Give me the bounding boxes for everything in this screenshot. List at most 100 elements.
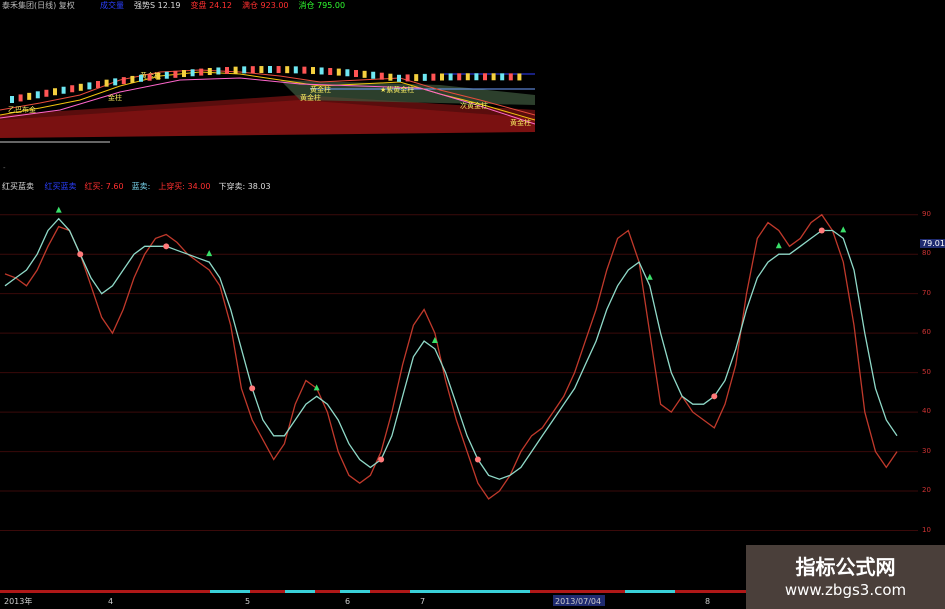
series-line xyxy=(4,213,898,500)
candle xyxy=(457,73,462,81)
candle xyxy=(405,74,410,82)
buy-marker xyxy=(77,251,84,258)
candle xyxy=(96,81,100,88)
signal-band xyxy=(625,590,675,593)
chart-annotation: 乙巴布金 xyxy=(8,105,36,114)
y-tick-label: 10 xyxy=(922,525,931,534)
candle xyxy=(328,67,333,75)
candle xyxy=(207,67,212,75)
candle xyxy=(414,74,419,82)
candle xyxy=(139,74,143,82)
context-label: - xyxy=(3,164,6,172)
candle xyxy=(130,75,135,83)
candle xyxy=(242,66,247,74)
candle xyxy=(354,70,358,78)
candle xyxy=(448,73,453,81)
top-stat: 变盘 24.12 xyxy=(190,1,232,10)
candle xyxy=(276,66,281,74)
candle xyxy=(285,66,290,74)
candle xyxy=(302,66,307,74)
y-tick-label: 30 xyxy=(922,446,931,455)
chart-annotation: 黄金柱 xyxy=(510,118,531,127)
sell-marker xyxy=(775,242,782,249)
candle xyxy=(259,66,264,74)
chart-annotation: 黄金柱 xyxy=(310,85,331,94)
watermark-url: www.zbgs3.com xyxy=(784,581,907,599)
y-tick-label: 50 xyxy=(922,367,931,376)
candle xyxy=(53,88,57,96)
price-candlestick-panel: 乙巴布金金柱黄金柱黄金柱黄金柱★紫黄金柱次黄金柱黄金柱 xyxy=(0,0,535,145)
top-stat: 成交量 xyxy=(100,1,124,10)
candle xyxy=(250,66,255,74)
buy-marker xyxy=(818,227,825,234)
candle xyxy=(233,66,238,74)
current-value-badge: 79.01 xyxy=(920,239,945,248)
y-axis: 90 80 70 60 50 40 30 20 10 xyxy=(918,178,945,573)
candle xyxy=(422,73,427,81)
candle xyxy=(465,73,470,81)
candle xyxy=(397,74,401,82)
candle xyxy=(379,72,384,80)
sell-marker xyxy=(840,226,847,233)
chart-title: 泰禾集团(日线) 复权 xyxy=(2,1,75,10)
signal-band xyxy=(210,590,250,593)
candle xyxy=(371,71,376,79)
candle xyxy=(440,73,444,81)
candle xyxy=(78,83,83,91)
candle xyxy=(113,78,118,86)
candle xyxy=(388,73,393,81)
buy-marker xyxy=(378,456,385,463)
candle xyxy=(362,70,367,78)
candle xyxy=(70,85,75,93)
candle xyxy=(474,73,479,81)
candle xyxy=(182,70,186,78)
y-tick-label: 20 xyxy=(922,486,931,495)
candle xyxy=(491,73,496,81)
top-stat: 强势S 12.19 xyxy=(134,1,181,10)
candle xyxy=(225,67,229,75)
y-tick-label: 40 xyxy=(922,407,931,416)
candle xyxy=(18,94,23,102)
buy-marker xyxy=(249,385,256,392)
signal-band xyxy=(410,590,530,593)
series-line xyxy=(4,217,898,480)
candle xyxy=(508,73,513,81)
candle xyxy=(164,71,169,79)
candle xyxy=(500,73,505,81)
candle xyxy=(199,68,204,76)
top-stat: 消仓 795.00 xyxy=(298,1,346,10)
x-tick-label: 4 xyxy=(108,597,113,606)
candle xyxy=(156,72,161,80)
candle xyxy=(35,91,40,99)
x-tick-label: 7 xyxy=(420,597,425,606)
signal-band xyxy=(285,590,315,593)
candle xyxy=(121,77,126,85)
sell-marker xyxy=(55,206,62,213)
sell-marker xyxy=(646,273,653,280)
chart-annotation: ★紫黄金柱 xyxy=(380,85,414,94)
candle xyxy=(319,67,324,75)
candle xyxy=(10,96,14,103)
signal-band xyxy=(340,590,370,593)
chart-annotation: 黄金柱 xyxy=(300,93,321,102)
candle xyxy=(87,82,92,90)
x-tick-label: 2013/07/04 xyxy=(555,597,601,606)
y-tick-label: 70 xyxy=(922,288,931,297)
candle xyxy=(336,68,341,76)
indicator-chart xyxy=(0,206,918,532)
top-stats-bar: 成交量 强势S 12.19 变盘 24.12 满仓 923.00 消仓 795.00 xyxy=(100,0,355,11)
sell-marker xyxy=(206,250,213,257)
candle xyxy=(517,73,522,81)
chart-annotation: 金柱 xyxy=(108,93,122,102)
x-tick-label: 5 xyxy=(245,597,250,606)
candle xyxy=(293,66,298,74)
watermark-title: 指标公式网 xyxy=(795,555,896,579)
x-tick-label: 8 xyxy=(705,597,710,606)
buy-marker xyxy=(163,243,170,250)
candle xyxy=(345,69,350,77)
candle xyxy=(61,86,66,94)
candle xyxy=(483,73,487,81)
top-stat: 满仓 923.00 xyxy=(241,1,289,10)
buy-marker xyxy=(711,393,718,400)
x-tick-label: 6 xyxy=(345,597,350,606)
